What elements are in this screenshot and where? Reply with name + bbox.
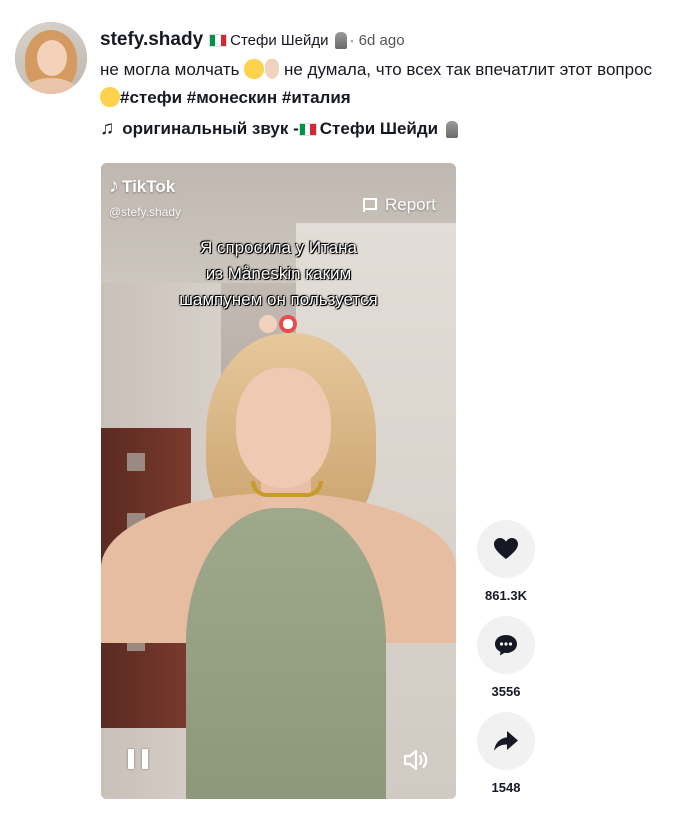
share-count: 1548 bbox=[491, 780, 521, 795]
caption-line: из Måneskin каким bbox=[205, 264, 352, 283]
post-time: · 6d ago bbox=[349, 31, 405, 49]
comment-button[interactable] bbox=[477, 616, 535, 674]
caption-line: шампунем он пользуется bbox=[179, 290, 378, 309]
clown-emoji-icon bbox=[278, 315, 297, 333]
video-caption: Я спросила у Итана из Måneskin каким шам… bbox=[131, 235, 426, 335]
video-player[interactable]: ♪ TikTok @stefy.shady Report Я спросила … bbox=[101, 163, 456, 799]
description-text-2: не думала, что всех так впечатлит этот в… bbox=[279, 60, 653, 79]
like-button[interactable] bbox=[477, 520, 535, 578]
hashtag-italia[interactable]: #италия bbox=[282, 88, 351, 107]
author-line: stefy.shady Стефи Шейди · 6d ago bbox=[100, 28, 670, 52]
flag-icon bbox=[362, 198, 377, 212]
pause-icon[interactable] bbox=[128, 749, 148, 771]
tiktok-logo-icon: ♪ bbox=[109, 175, 119, 197]
pointing-hand-emoji-icon bbox=[258, 315, 277, 333]
moai-emoji-icon bbox=[446, 120, 459, 138]
tiktok-logo: ♪ TikTok bbox=[109, 175, 175, 198]
heart-icon bbox=[494, 538, 518, 559]
upside-down-face-emoji-icon bbox=[244, 59, 265, 79]
caption-emojis bbox=[257, 315, 301, 335]
share-icon bbox=[494, 731, 518, 751]
music-prefix: оригинальный звук - bbox=[122, 119, 299, 138]
report-label: Report bbox=[384, 195, 436, 214]
comment-count: 3556 bbox=[491, 684, 521, 699]
italy-flag-icon bbox=[298, 122, 317, 136]
post-description: не могла молчать не думала, что всех так… bbox=[100, 56, 660, 112]
caption-line: Я спросила у Итана bbox=[199, 238, 358, 257]
pointing-hand-emoji-icon bbox=[265, 59, 280, 79]
music-artist: Стефи Шейди bbox=[319, 119, 439, 138]
share-action[interactable]: 1548 bbox=[476, 712, 536, 795]
music-link[interactable]: ♫ оригинальный звук - Стефи Шейди bbox=[100, 118, 459, 140]
report-button[interactable]: Report bbox=[362, 195, 436, 215]
volume-icon[interactable] bbox=[402, 747, 432, 773]
like-action[interactable]: 861.3K bbox=[476, 520, 536, 603]
video-watermark-handle: @stefy.shady bbox=[109, 205, 181, 219]
hashtag-stefi[interactable]: #стефи bbox=[120, 88, 182, 107]
moai-emoji-icon bbox=[334, 31, 347, 49]
hashtag-moneskin[interactable]: #монескин bbox=[187, 88, 277, 107]
comment-icon bbox=[495, 635, 517, 656]
author-avatar[interactable] bbox=[15, 22, 87, 94]
like-count: 861.3K bbox=[485, 588, 527, 603]
comment-action[interactable]: 3556 bbox=[476, 616, 536, 699]
author-nickname: Стефи Шейди bbox=[230, 31, 329, 49]
author-username[interactable]: stefy.shady bbox=[100, 29, 203, 51]
share-button[interactable] bbox=[477, 712, 535, 770]
italy-flag-icon bbox=[209, 33, 228, 47]
post-header: stefy.shady Стефи Шейди · 6d ago не могл… bbox=[100, 28, 670, 112]
description-text-1: не могла молчать bbox=[100, 60, 245, 79]
pleading-face-emoji-icon bbox=[100, 87, 120, 107]
music-note-icon: ♫ bbox=[100, 118, 115, 139]
tiktok-logo-text: TikTok bbox=[122, 176, 176, 196]
